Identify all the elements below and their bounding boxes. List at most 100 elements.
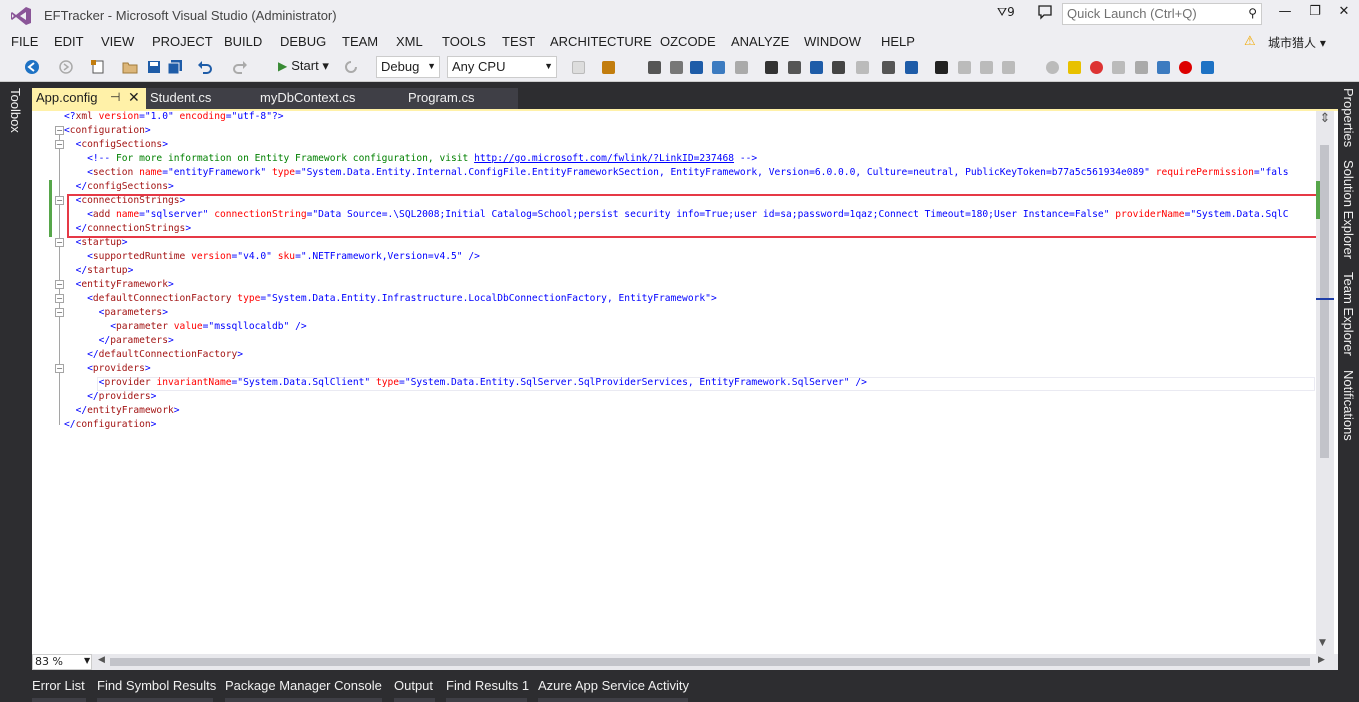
open-file-icon[interactable] (122, 59, 138, 75)
tab-package-manager-console[interactable]: Package Manager Console (225, 678, 382, 693)
fold-toggle[interactable]: − (55, 308, 64, 317)
notifications-tab[interactable]: Notifications (1341, 370, 1356, 441)
scroll-left-icon[interactable]: ◀ (98, 655, 105, 665)
tab-find-results-1[interactable]: Find Results 1 (446, 678, 529, 693)
menu-analyze[interactable]: ANALYZE (731, 34, 789, 49)
team-explorer-tab[interactable]: Team Explorer (1341, 272, 1356, 356)
tab-azure-app-service-activity[interactable]: Azure App Service Activity (538, 678, 689, 693)
camera-icon[interactable] (1135, 61, 1148, 74)
refresh-icon[interactable] (343, 59, 359, 75)
toolbar-tool-icon[interactable] (690, 61, 703, 74)
chat-icon[interactable] (1201, 61, 1214, 74)
bookmark-next-icon[interactable] (980, 61, 993, 74)
toolbar-tool-icon[interactable] (712, 61, 725, 74)
zoom-dropdown[interactable]: 83 % (32, 654, 92, 670)
horizontal-scroll-thumb[interactable] (110, 658, 1310, 666)
feedback-icon[interactable] (1037, 4, 1053, 20)
fold-toggle[interactable]: − (55, 140, 64, 149)
close-window-button[interactable]: ✕ (1329, 4, 1359, 24)
menu-edit[interactable]: EDIT (54, 34, 84, 49)
bookmark-icon[interactable] (935, 61, 948, 74)
comment-icon[interactable] (882, 61, 895, 74)
restore-button[interactable]: ❐ (1300, 4, 1330, 24)
tab-program-cs[interactable]: Program.cs (404, 88, 518, 109)
toolbar-tool-icon[interactable] (856, 61, 869, 74)
solution-explorer-tab[interactable]: Solution Explorer (1341, 160, 1356, 259)
outline-icon[interactable] (648, 61, 661, 74)
toolbar-tool-icon[interactable] (832, 61, 845, 74)
attach-icon[interactable] (572, 61, 585, 74)
toolbar-tool-icon[interactable] (810, 61, 823, 74)
close-icon[interactable]: ✕ (128, 89, 140, 106)
fold-toggle[interactable]: − (55, 364, 64, 373)
uncomment-icon[interactable] (905, 61, 918, 74)
menu-debug[interactable]: DEBUG (280, 34, 326, 49)
error-icon[interactable] (1179, 61, 1192, 74)
scroll-right-icon[interactable]: ▶ (1318, 655, 1325, 665)
bookmark-clear-icon[interactable] (1002, 61, 1015, 74)
fold-toggle[interactable]: − (55, 280, 64, 289)
configuration-dropdown[interactable]: Debug ▼ (376, 56, 440, 78)
menu-ozcode[interactable]: OZCODE (660, 34, 716, 49)
tab-error-list[interactable]: Error List (32, 678, 85, 693)
warning-icon[interactable]: ⚠ (1244, 34, 1256, 49)
tab-output[interactable]: Output (394, 678, 433, 693)
tab-student-cs[interactable]: Student.cs (146, 88, 260, 109)
configuration-value: Debug (381, 59, 420, 74)
code-line: <parameter value="mssqllocaldb" /> (110, 321, 307, 332)
ozcode-icon[interactable] (1068, 61, 1081, 74)
toolbar-tool-icon[interactable] (1046, 61, 1059, 74)
scroll-down-icon[interactable]: ▼ (1319, 638, 1326, 648)
toolbox-tab[interactable]: Toolbox (8, 88, 23, 133)
toolbar-tool-icon[interactable] (735, 61, 748, 74)
menu-xml[interactable]: XML (396, 34, 423, 49)
chevron-down-icon[interactable]: ▼ (84, 656, 90, 665)
properties-tab[interactable]: Properties (1341, 88, 1356, 147)
window-title: EFTracker - Microsoft Visual Studio (Adm… (44, 8, 337, 23)
code-line: </parameters> (98, 335, 174, 346)
menu-window[interactable]: WINDOW (804, 34, 861, 49)
split-view-icon[interactable]: ⇕ (1316, 111, 1334, 129)
menu-team[interactable]: TEAM (342, 34, 378, 49)
toolbar-tool-icon[interactable] (765, 61, 778, 74)
redo-icon[interactable] (232, 59, 248, 75)
fold-toggle[interactable]: − (55, 196, 64, 205)
ozcode-icon[interactable] (1090, 61, 1103, 74)
minimize-button[interactable]: — (1270, 4, 1300, 24)
menu-view[interactable]: VIEW (101, 34, 134, 49)
menu-help[interactable]: HELP (881, 34, 915, 49)
forward-icon[interactable] (58, 59, 74, 75)
menu-file[interactable]: FILE (11, 34, 38, 49)
pin-icon[interactable]: ⊣ (110, 90, 120, 104)
bookmark-prev-icon[interactable] (958, 61, 971, 74)
undo-icon[interactable] (197, 59, 213, 75)
fold-toggle[interactable]: − (55, 238, 64, 247)
tab-mydbcontext-cs[interactable]: myDbContext.cs (260, 88, 404, 109)
fold-toggle[interactable]: − (55, 294, 64, 303)
menu-project[interactable]: PROJECT (152, 34, 213, 49)
notifications-button[interactable]: ⛛9 (997, 5, 1015, 20)
menu-build[interactable]: BUILD (224, 34, 262, 49)
tab-find-symbol-results[interactable]: Find Symbol Results (97, 678, 216, 693)
back-icon[interactable] (24, 59, 40, 75)
fold-toggle[interactable]: − (55, 126, 64, 135)
code-line: <provider invariantName="System.Data.Sql… (98, 377, 867, 388)
menu-tools[interactable]: TOOLS (442, 34, 486, 49)
save-all-icon[interactable] (167, 59, 183, 75)
flag-icon: ⛛ (997, 5, 1008, 19)
menu-architecture[interactable]: ARCHITECTURE (550, 34, 652, 49)
toolbar-tool-icon[interactable] (788, 61, 801, 74)
new-project-icon[interactable] (90, 59, 106, 75)
toolbar-tool-icon[interactable] (1112, 61, 1125, 74)
tab-app-config[interactable]: App.config ⊣ ✕ (32, 88, 146, 109)
attach-link-icon[interactable] (1157, 61, 1170, 74)
document-icon[interactable] (670, 61, 683, 74)
user-account[interactable]: 城市猎人 ▾ (1268, 34, 1326, 51)
vertical-scroll-thumb[interactable] (1320, 145, 1329, 458)
find-in-files-icon[interactable] (602, 61, 615, 74)
save-icon[interactable] (146, 59, 162, 75)
platform-dropdown[interactable]: Any CPU ▼ (447, 56, 557, 78)
start-debugging-button[interactable]: ▶ Start ▾ (278, 58, 329, 74)
quick-launch-input[interactable]: Quick Launch (Ctrl+Q) ⚲ (1062, 3, 1262, 25)
menu-test[interactable]: TEST (502, 34, 535, 49)
